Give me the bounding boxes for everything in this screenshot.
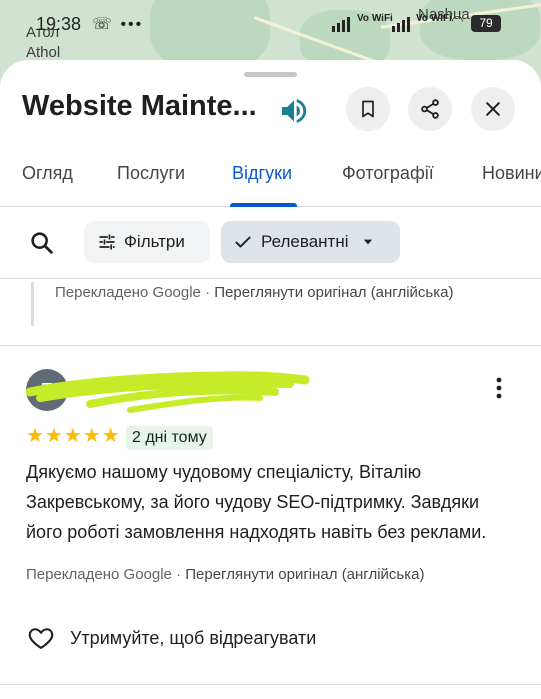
review-text: Дякуємо нашому чудовому спеціалісту, Віт…: [26, 462, 487, 542]
share-button[interactable]: [408, 87, 452, 131]
star-icon: ★: [26, 425, 44, 447]
bookmark-icon: [362, 100, 374, 118]
see-original-link[interactable]: Переглянути оригінал (англійська): [214, 284, 453, 301]
react-button[interactable]: Утримуйте, щоб відреагувати: [26, 624, 316, 652]
tab-updates[interactable]: Новини: [482, 163, 541, 184]
tab-overview[interactable]: Огляд: [22, 163, 73, 184]
close-button[interactable]: [471, 87, 515, 131]
star-icon: ★: [63, 425, 82, 447]
quote-bar: [31, 282, 34, 326]
review-divider: [0, 684, 541, 685]
star-rating: ★ ★ ★ ★ ★: [26, 426, 120, 446]
signal-icon: [392, 16, 410, 32]
share-icon: [421, 99, 439, 119]
drag-handle[interactable]: [244, 72, 297, 77]
heart-icon: [28, 628, 54, 649]
redaction-scribble: [25, 371, 310, 413]
place-sheet: Website Mainte... Огляд Послуги Відгуки …: [0, 60, 541, 699]
review-date: 2 дні тому: [126, 426, 213, 450]
network-label: Vo WiFi: [357, 13, 393, 24]
status-bar: 19:38 ☏ ••• Vo WiFi Vo WiFi ◠ 79: [0, 10, 541, 40]
tune-icon: [99, 234, 115, 250]
dropdown-arrow-icon: [363, 239, 372, 245]
more-vert-icon[interactable]: [491, 375, 507, 401]
translated-label: Перекладено Google: [55, 284, 201, 301]
tab-photos[interactable]: Фотографії: [342, 163, 434, 184]
filters-label: Фільтри: [124, 232, 185, 251]
signal-icon: [332, 16, 350, 32]
separator: ·: [200, 284, 215, 301]
speaker-icon[interactable]: [278, 95, 310, 127]
network-label: Vo WiFi: [416, 13, 452, 24]
check-icon: [235, 236, 251, 248]
filters-button[interactable]: Фільтри: [84, 221, 210, 263]
close-icon: [486, 102, 500, 116]
tab-bar: Огляд Послуги Відгуки Фотографії Новини: [0, 148, 541, 207]
see-original-link[interactable]: Переглянути оригінал (англійська): [185, 566, 424, 583]
tab-services[interactable]: Послуги: [117, 163, 185, 184]
sort-label: Релевантні: [261, 232, 349, 251]
tab-reviews[interactable]: Відгуки: [232, 163, 292, 184]
wifi-icon: ◠: [452, 12, 463, 28]
star-icon: ★: [44, 425, 63, 447]
star-icon: ★: [82, 425, 101, 447]
star-icon: ★: [101, 425, 120, 447]
status-time: 19:38: [36, 14, 82, 34]
battery-indicator: 79: [471, 15, 501, 32]
translation-note: Перекладено Google · Переглянути оригіна…: [55, 284, 453, 301]
call-icon: ☏ •••: [92, 16, 144, 33]
review-filter-bar: Фільтри Релевантні: [0, 207, 541, 279]
save-button[interactable]: [346, 87, 390, 131]
separator: ·: [171, 566, 186, 583]
review-divider: [0, 345, 541, 346]
translation-note: Перекладено Google · Переглянути оригіна…: [26, 566, 424, 583]
translated-label: Перекладено Google: [26, 566, 172, 583]
place-title: Website Mainte...: [22, 90, 257, 122]
react-label: Утримуйте, щоб відреагувати: [70, 627, 317, 648]
sort-dropdown[interactable]: Релевантні: [221, 221, 400, 263]
search-icon[interactable]: [28, 229, 56, 257]
map-label: Athol: [26, 44, 61, 61]
